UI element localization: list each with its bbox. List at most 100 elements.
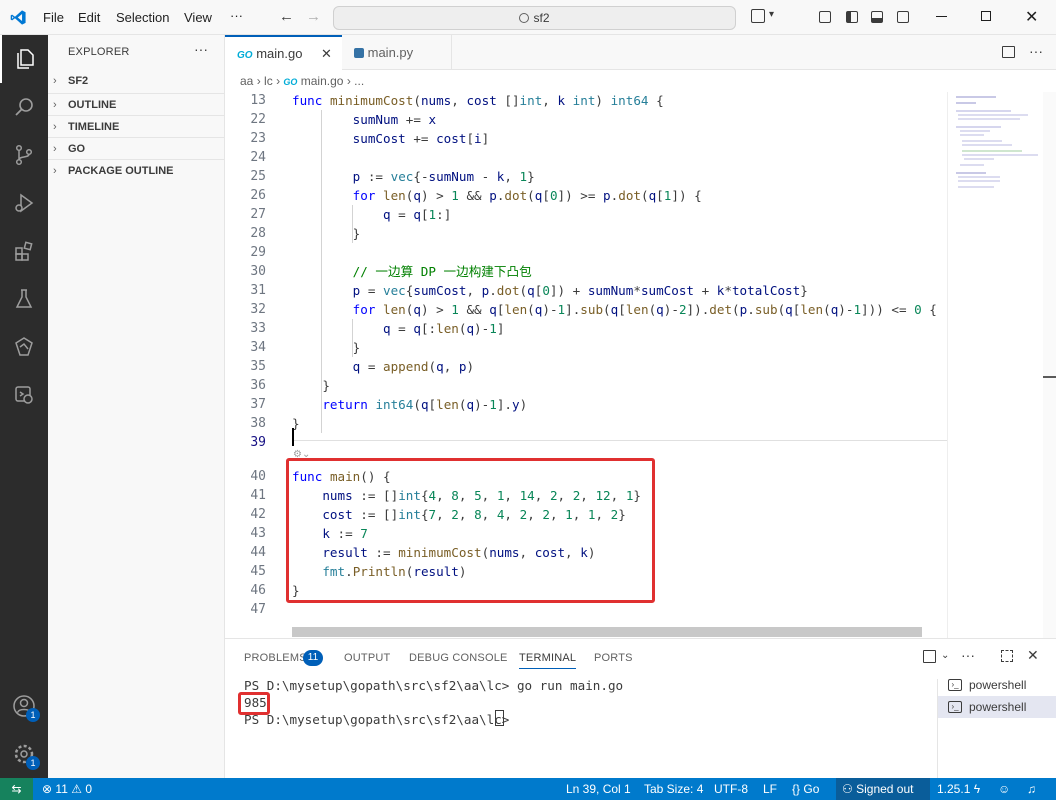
extensions-icon[interactable] <box>0 227 48 275</box>
problems-count-badge: 11 <box>303 650 323 666</box>
code-line[interactable]: return int64(q[len(q)-1].y) <box>292 395 527 414</box>
line-number: 28 <box>250 226 266 241</box>
close-tab-icon[interactable]: ✕ <box>321 37 332 70</box>
toggle-primary-sidebar-icon[interactable] <box>846 11 858 23</box>
code-line[interactable]: q = append(q, p) <box>292 357 474 376</box>
code-line[interactable]: } <box>292 224 361 243</box>
sidebar-section-outline[interactable]: › OUTLINE <box>48 93 224 115</box>
tab-debug-console[interactable]: DEBUG CONSOLE <box>409 652 508 664</box>
chevron-right-icon: › <box>256 74 265 88</box>
back-arrow-icon[interactable]: ← <box>279 8 294 25</box>
search-icon[interactable] <box>0 83 48 131</box>
section-label: PACKAGE OUTLINE <box>68 165 174 177</box>
problems-indicator[interactable]: ⊗ 11 ⚠ 0 <box>42 778 92 800</box>
cursor-position[interactable]: Ln 39, Col 1 <box>566 778 631 800</box>
horizontal-scrollbar[interactable] <box>292 627 922 637</box>
breadcrumb-item[interactable]: aa <box>240 74 253 88</box>
terminal-prompt[interactable]: PS D:\mysetup\gopath\src\sf2\aa\lc> <box>244 712 517 727</box>
copilot-icon[interactable] <box>751 9 765 23</box>
python-icon <box>354 48 364 58</box>
remote-indicator[interactable]: ⇆ <box>0 778 33 800</box>
maximize-icon[interactable] <box>981 11 991 21</box>
code-line[interactable]: sumNum += x <box>292 110 436 129</box>
account-status[interactable]: ⚇ Signed out <box>836 778 930 800</box>
maximize-panel-icon[interactable] <box>1001 650 1013 662</box>
toggle-panel-icon[interactable] <box>871 11 883 23</box>
terminal-item-powershell-1[interactable]: ›_ powershell <box>938 674 1056 696</box>
language-label: Go <box>803 782 820 796</box>
code-line[interactable]: for len(q) > 1 && q[len(q)-1].sub(q[len(… <box>292 300 937 319</box>
menu-selection[interactable]: Selection <box>116 10 169 25</box>
terminal-item-label: powershell <box>969 678 1027 692</box>
encoding[interactable]: UTF-8 <box>714 778 748 800</box>
section-label: GO <box>68 143 86 155</box>
gitlens-icon[interactable] <box>0 323 48 371</box>
more-actions-icon[interactable]: ··· <box>1029 43 1043 59</box>
line-number: 33 <box>250 321 266 336</box>
code-line[interactable]: } <box>292 338 361 357</box>
tab-output[interactable]: OUTPUT <box>344 652 390 664</box>
breadcrumb-item[interactable]: main.go <box>301 74 344 88</box>
error-icon: ⊗ <box>42 782 53 796</box>
tab-main-go[interactable]: GO main.go ✕ <box>225 35 342 70</box>
remote-explorer-icon[interactable] <box>0 371 48 419</box>
tab-terminal[interactable]: TERMINAL <box>519 652 577 669</box>
minimize-icon[interactable] <box>936 16 947 17</box>
title-bar: File Edit Selection View ··· ← → sf2 ▾ ✕ <box>0 0 1056 35</box>
code-line[interactable]: q = q[:len(q)-1] <box>292 319 504 338</box>
minimap[interactable] <box>947 92 1043 638</box>
forward-arrow-icon[interactable]: → <box>306 8 321 25</box>
terminal-icon: ›_ <box>948 701 962 713</box>
code-line[interactable]: q = q[1:] <box>292 205 451 224</box>
code-line[interactable]: // 一边算 DP 一边构建下凸包 <box>292 262 532 281</box>
breadcrumb-item[interactable]: ... <box>354 74 364 88</box>
tab-problems[interactable]: PROBLEMS <box>244 652 307 664</box>
sidebar-section-sf2[interactable]: › SF2 <box>48 70 224 92</box>
split-terminal-icon[interactable] <box>923 650 936 663</box>
sidebar-section-timeline[interactable]: › TIMELINE <box>48 115 224 137</box>
feedback-icon[interactable]: ☺ <box>998 778 1010 800</box>
menu-more[interactable]: ··· <box>230 8 243 23</box>
close-panel-icon[interactable]: ✕ <box>1027 647 1039 664</box>
settings-gear-icon[interactable]: 1 <box>0 730 48 778</box>
chevron-down-icon[interactable]: ▾ <box>769 9 774 20</box>
tab-ports[interactable]: PORTS <box>594 652 633 664</box>
toggle-secondary-sidebar-icon[interactable] <box>897 11 909 23</box>
customize-layout-icon[interactable] <box>819 11 831 23</box>
terminal-item-powershell-2[interactable]: ›_ powershell <box>938 696 1056 718</box>
close-icon[interactable]: ✕ <box>1025 7 1038 27</box>
line-ending[interactable]: LF <box>763 778 777 800</box>
explorer-icon[interactable] <box>0 35 48 83</box>
vertical-scrollbar[interactable] <box>1043 92 1056 638</box>
run-debug-icon[interactable] <box>0 179 48 227</box>
go-version[interactable]: 1.25.1 ϟ <box>937 778 980 800</box>
notifications-bell-icon[interactable]: ♫ <box>1027 778 1036 800</box>
language-mode[interactable]: {} Go <box>792 778 819 800</box>
accounts-icon[interactable]: 1 <box>0 682 48 730</box>
split-editor-icon[interactable] <box>1002 46 1015 58</box>
chevron-down-icon[interactable]: ⌄ <box>941 650 949 661</box>
code-line[interactable]: p = vec{sumCost, p.dot(q[0]) + sumNum*su… <box>292 281 808 300</box>
code-line[interactable]: func minimumCost(nums, cost []int, k int… <box>292 92 664 110</box>
tab-size[interactable]: Tab Size: 4 <box>644 778 703 800</box>
section-label: SF2 <box>68 75 89 87</box>
sidebar-section-package-outline[interactable]: › PACKAGE OUTLINE <box>48 159 224 181</box>
menu-view[interactable]: View <box>184 10 212 25</box>
testing-flask-icon[interactable] <box>0 275 48 323</box>
more-actions-icon[interactable]: ··· <box>194 41 208 57</box>
code-line[interactable]: p := vec{-sumNum - k, 1} <box>292 167 535 186</box>
sidebar-section-go[interactable]: › GO <box>48 137 224 159</box>
command-center-search[interactable]: sf2 <box>333 6 736 30</box>
menu-file[interactable]: File <box>43 10 64 25</box>
code-editor[interactable]: 13 func minimumCost(nums, cost []int, k i… <box>225 92 1056 638</box>
indent-guide <box>352 319 353 357</box>
breadcrumb-item[interactable]: lc <box>264 74 273 88</box>
code-line[interactable]: } <box>292 376 330 395</box>
source-control-icon[interactable] <box>0 131 48 179</box>
menu-edit[interactable]: Edit <box>78 10 100 25</box>
tab-main-py[interactable]: main.py <box>342 35 452 70</box>
more-actions-icon[interactable]: ··· <box>961 647 975 663</box>
code-line[interactable]: for len(q) > 1 && p.dot(q[0]) >= p.dot(q… <box>292 186 702 205</box>
sidebar-title: EXPLORER <box>68 46 130 58</box>
go-version-label: 1.25.1 <box>937 782 971 796</box>
